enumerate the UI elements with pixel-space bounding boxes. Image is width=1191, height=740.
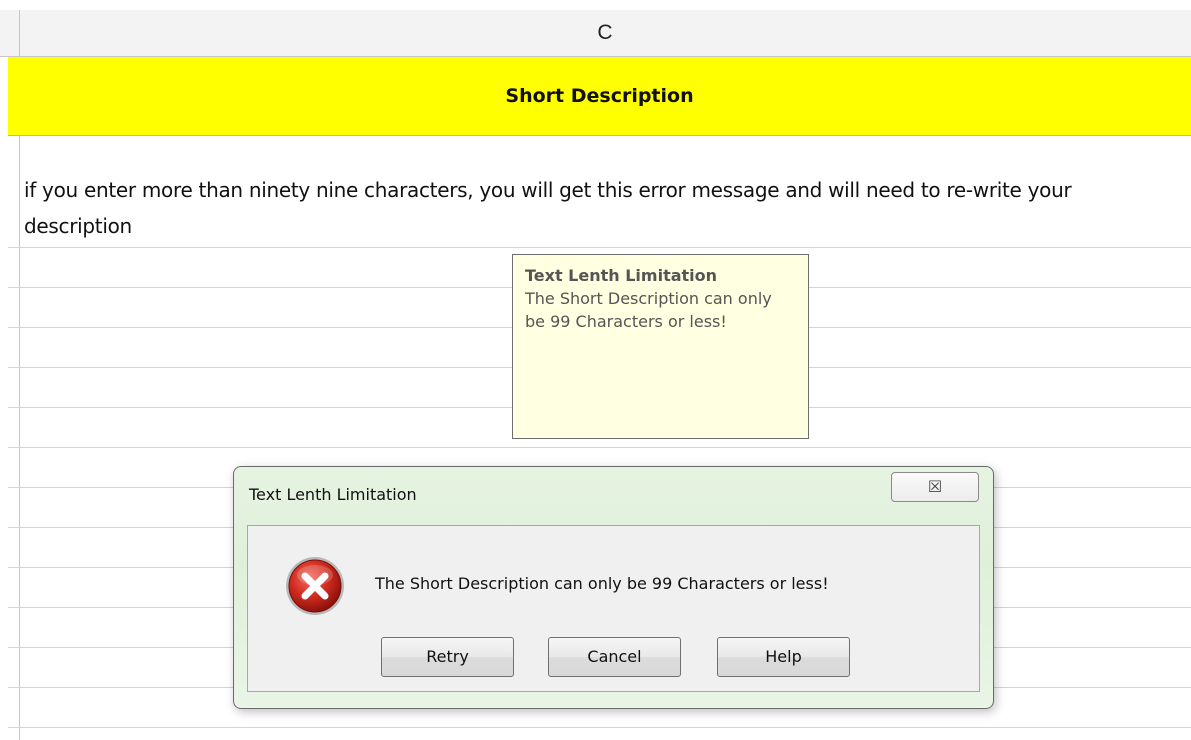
dialog-message: The Short Description can only be 99 Cha… [375,574,829,593]
column-header-bar: C [0,10,1191,57]
close-button[interactable]: ☒ [891,472,979,502]
close-icon: ☒ [927,477,943,496]
dialog-title: Text Lenth Limitation [249,485,417,504]
cancel-button[interactable]: Cancel [548,637,681,677]
help-button[interactable]: Help [717,637,850,677]
row-header-border [19,56,20,740]
dialog-body: The Short Description can only be 99 Cha… [247,525,980,692]
description-cell[interactable]: if you enter more than ninety nine chara… [24,172,1184,244]
tooltip-title: Text Lenth Limitation [525,266,718,285]
short-description-header-cell[interactable]: Short Description [8,57,1191,136]
row-gridline [8,447,1191,448]
row-header-corner [0,10,20,56]
row-gridline [8,247,1191,248]
error-icon [286,557,344,615]
tooltip-body: The Short Description can only be 99 Cha… [525,289,772,331]
input-message-tooltip: Text Lenth Limitation The Short Descript… [512,254,809,439]
retry-button[interactable]: Retry [381,637,514,677]
spreadsheet-view: C Short Description if you enter more th… [0,0,1191,740]
row-gridline [8,727,1191,728]
error-dialog: Text Lenth Limitation ☒ The Short Descri… [233,466,994,709]
column-header-c[interactable]: C [19,10,1191,56]
